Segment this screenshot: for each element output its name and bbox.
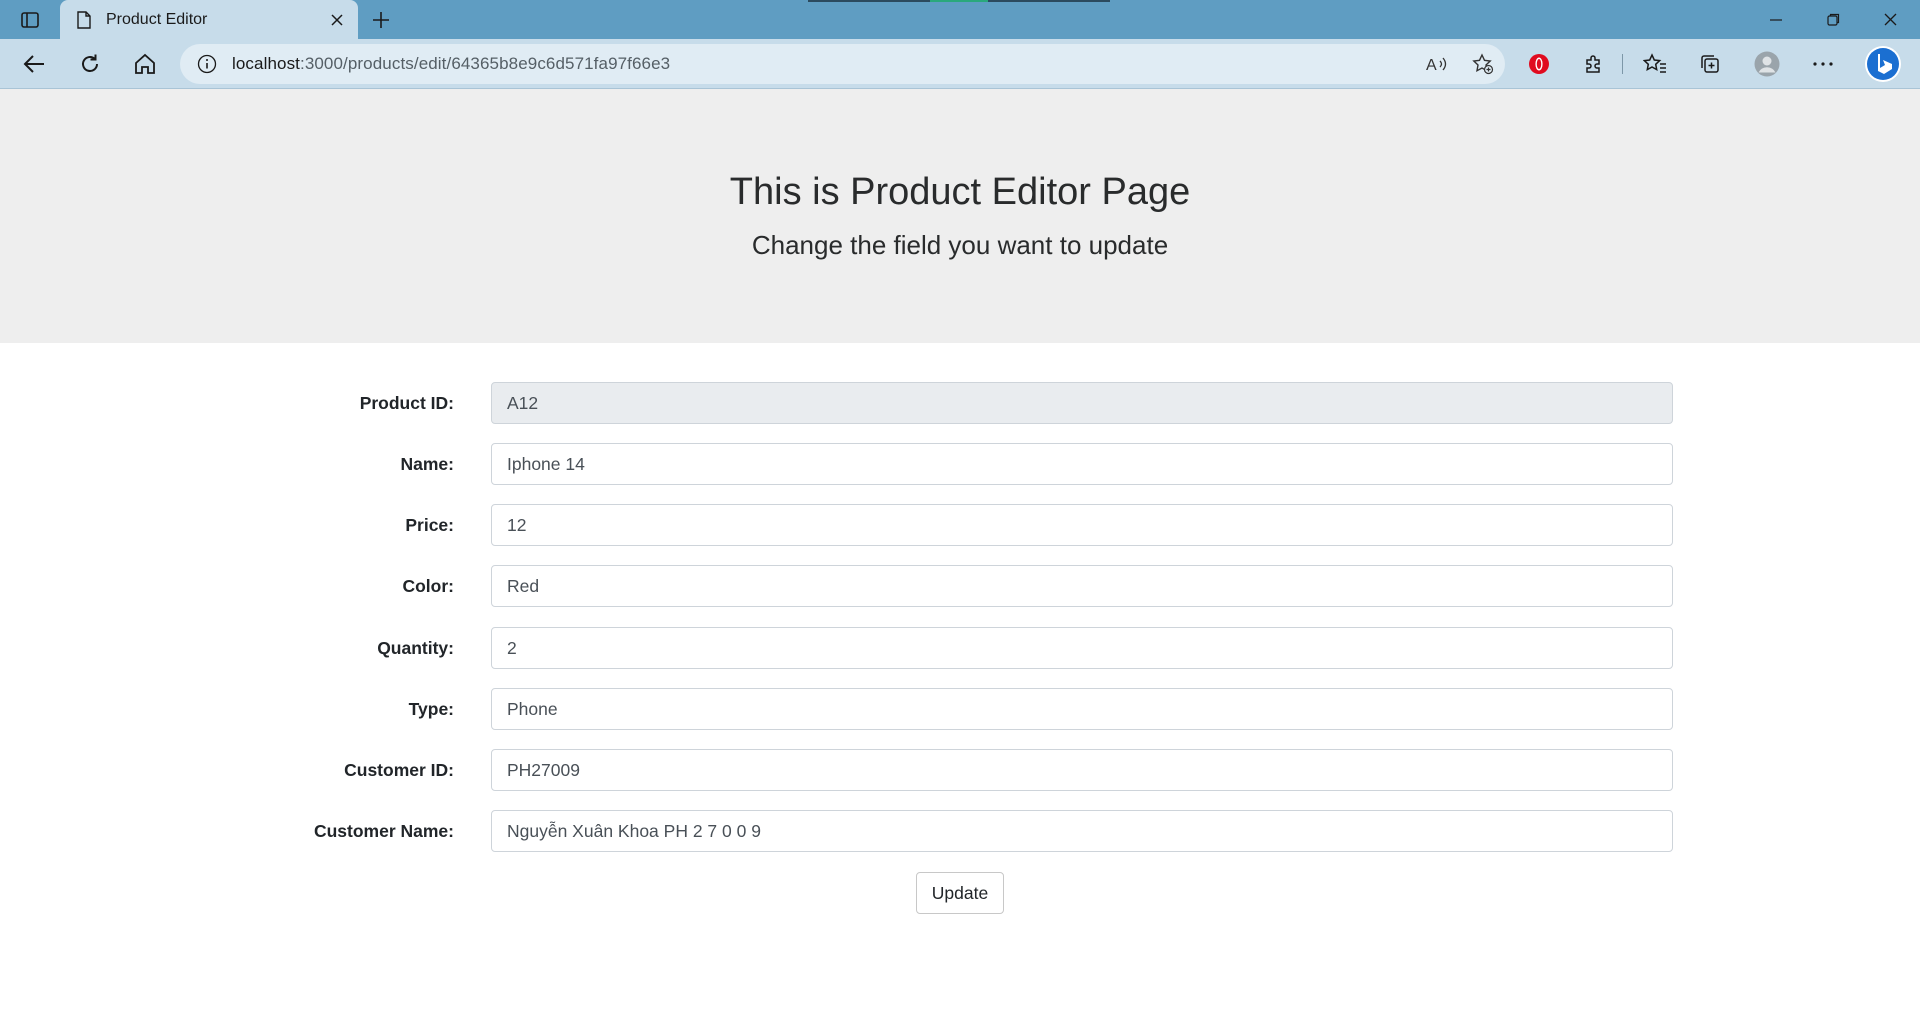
address-bar[interactable]: localhost:3000/products/edit/64365b8e9c6… [180, 44, 1505, 84]
sidebar-toggle-icon[interactable] [14, 6, 46, 34]
close-tab-icon[interactable] [322, 5, 352, 35]
url-text: localhost:3000/products/edit/64365b8e9c6… [232, 54, 671, 73]
favorites-icon[interactable] [1635, 44, 1675, 84]
svg-text:A: A [1426, 57, 1437, 73]
product-id-row: Product ID: [0, 382, 1920, 424]
customer-name-row: Customer Name: [0, 810, 1920, 852]
name-label: Name: [400, 454, 455, 474]
browser-toolbar: localhost:3000/products/edit/64365b8e9c6… [0, 39, 1920, 89]
extensions-icon[interactable] [1574, 44, 1614, 84]
price-row: Price: [0, 504, 1920, 546]
toolbar-divider [1622, 54, 1623, 74]
browser-tab[interactable]: Product Editor [60, 0, 358, 39]
name-row: Name: [0, 443, 1920, 485]
color-input[interactable] [491, 565, 1673, 607]
type-row: Type: [0, 688, 1920, 730]
loading-indicator [808, 0, 930, 2]
home-icon[interactable] [125, 44, 165, 84]
add-favorite-icon[interactable] [1466, 48, 1500, 80]
collections-icon[interactable] [1690, 44, 1730, 84]
page-header: This is Product Editor Page Change the f… [0, 89, 1920, 343]
color-label: Color: [402, 576, 454, 596]
minimize-icon[interactable] [1748, 0, 1804, 39]
reload-icon[interactable] [70, 44, 110, 84]
name-input[interactable] [491, 443, 1673, 485]
site-info-icon[interactable] [196, 53, 218, 75]
quantity-input[interactable] [491, 627, 1673, 669]
bing-copilot-icon[interactable] [1863, 44, 1903, 84]
page-subtitle: Change the field you want to update [751, 230, 1169, 260]
product-id-label: Product ID: [359, 393, 454, 413]
type-label: Type: [408, 699, 454, 719]
read-aloud-icon[interactable]: A [1420, 48, 1454, 80]
product-id-input[interactable] [491, 382, 1673, 424]
page-title: This is Product Editor Page [729, 171, 1191, 213]
loading-indicator-active [930, 0, 988, 2]
type-input[interactable] [491, 688, 1673, 730]
browser-titlebar: Product Editor [0, 0, 1920, 39]
close-window-icon[interactable] [1862, 0, 1918, 39]
price-input[interactable] [491, 504, 1673, 546]
loading-indicator [988, 0, 1110, 2]
opera-extension-icon[interactable] [1519, 44, 1559, 84]
tab-title: Product Editor [106, 10, 208, 28]
customer-name-input[interactable] [491, 810, 1673, 852]
quantity-row: Quantity: [0, 627, 1920, 669]
back-icon[interactable] [14, 44, 54, 84]
customer-id-row: Customer ID: [0, 749, 1920, 791]
customer-name-label: Customer Name: [313, 821, 454, 841]
price-label: Price: [405, 515, 454, 535]
profile-avatar-icon[interactable] [1747, 44, 1787, 84]
update-button[interactable]: Update [916, 872, 1004, 914]
more-options-icon[interactable] [1803, 44, 1843, 84]
customer-id-input[interactable] [491, 749, 1673, 791]
restore-icon[interactable] [1805, 0, 1861, 39]
page-icon [74, 10, 94, 30]
new-tab-icon[interactable] [365, 5, 397, 35]
quantity-label: Quantity: [377, 638, 454, 658]
color-row: Color: [0, 565, 1920, 607]
customer-id-label: Customer ID: [344, 760, 454, 780]
